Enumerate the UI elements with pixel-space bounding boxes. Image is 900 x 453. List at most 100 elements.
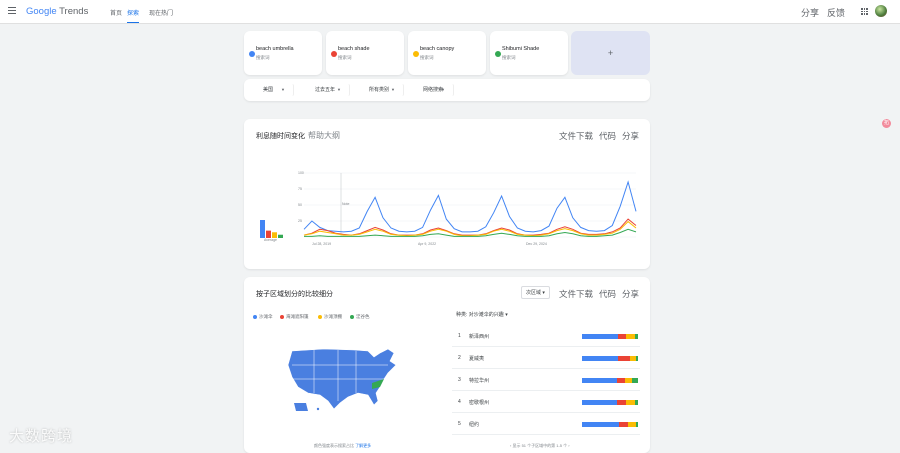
row-share-bar xyxy=(582,378,638,383)
term-color-dot xyxy=(249,51,255,57)
top-app-bar: Google Trends 首页 探索 现在热门 分享 反馈 xyxy=(0,0,900,24)
term-type: 搜索词 xyxy=(502,55,516,60)
filter-search-type[interactable]: 网络搜索 ▼ xyxy=(406,84,454,96)
embed-code-button[interactable]: 代码 xyxy=(599,288,616,300)
google-trends-logo[interactable]: Google Trends xyxy=(26,6,88,17)
us-map-alaska xyxy=(294,403,308,411)
subregion-dropdown[interactable]: 次区域 ▾ xyxy=(521,286,550,299)
share-segment xyxy=(617,356,631,361)
caret-down-icon: ▼ xyxy=(281,87,285,92)
series-line-beach-shade[interactable] xyxy=(303,218,637,236)
series-line-beach-umbrella[interactable] xyxy=(303,180,637,233)
logo-google: Google xyxy=(26,6,57,17)
row-share-bar xyxy=(582,422,638,427)
row-rank: 1 xyxy=(458,333,461,339)
share-segment xyxy=(617,334,627,339)
term-type: 搜索词 xyxy=(338,55,352,60)
page-scrollbar[interactable] xyxy=(895,24,900,453)
legend-dot xyxy=(318,314,322,319)
share-segment xyxy=(635,400,638,405)
share-region-button[interactable]: 分享 xyxy=(622,288,639,300)
share-segment xyxy=(616,378,625,383)
chevron-right-icon[interactable]: › xyxy=(568,443,569,448)
pagination-text: 显示 51 个子区域中的第 1-5 个 xyxy=(512,443,568,448)
share-segment xyxy=(618,422,628,427)
term-card-beach-canopy[interactable]: beach canopy 搜索词 xyxy=(408,31,486,75)
note-marker-label: Note xyxy=(342,202,349,206)
embed-code-button[interactable]: 代码 xyxy=(599,130,616,142)
row-region-name: 夏威夷 xyxy=(469,356,485,362)
legend-dot xyxy=(350,314,354,319)
filter-category-label: 所有类别 xyxy=(369,87,390,93)
legend-item: 沙滩伞 xyxy=(253,314,273,320)
share-segment xyxy=(625,400,636,405)
filter-region[interactable]: 美国 ▼ xyxy=(246,84,294,96)
us-map-hawaii xyxy=(316,407,320,411)
share-segment xyxy=(635,422,638,427)
learn-more-link[interactable]: 了解更多 xyxy=(355,443,371,448)
share-button[interactable]: 分享 xyxy=(801,6,819,19)
region-breakdown-title: 按子区域划分的比较细分 xyxy=(256,291,333,298)
sort-selector[interactable]: 种类: 对沙滩伞的兴趣 ▾ xyxy=(456,311,508,318)
term-color-dot xyxy=(495,51,501,57)
account-avatar[interactable] xyxy=(875,5,887,17)
chart-series xyxy=(303,180,637,237)
interest-over-time-title: 利息随时间变化 xyxy=(256,133,305,140)
filter-bar: 美国 ▼ 过去五年 ▼ 所有类别 ▼ 网络搜索 ▼ xyxy=(244,79,650,101)
filter-category[interactable]: 所有类别 ▼ xyxy=(352,84,404,96)
legend-label: 海滩遮阳篷 xyxy=(286,314,309,319)
term-card-beach-shade[interactable]: beach shade 搜索词 xyxy=(326,31,404,75)
term-card-shibumi-shade[interactable]: Shibumi Shade 搜索词 xyxy=(490,31,568,75)
help-outline-link[interactable]: 帮助大纲 xyxy=(308,130,340,141)
average-bar-shibumi-shade[interactable] xyxy=(278,234,283,238)
filter-time-range[interactable]: 过去五年 ▼ xyxy=(298,84,350,96)
term-name: beach umbrella xyxy=(256,46,294,52)
share-chart-button[interactable]: 分享 xyxy=(622,130,639,142)
table-row[interactable]: 1 新泽西州 xyxy=(452,325,640,347)
term-type: 搜索词 xyxy=(420,55,434,60)
share-segment xyxy=(632,378,638,383)
average-label: Average xyxy=(264,238,277,242)
nav-home[interactable]: 首页 xyxy=(110,8,122,17)
x-tick-label: Jul 28, 2019 xyxy=(312,242,331,246)
x-tick-label: Apr 9, 2022 xyxy=(418,242,436,246)
apps-grid-icon[interactable] xyxy=(861,8,868,15)
subregion-dropdown-label: 次区域 xyxy=(526,290,542,296)
average-bar-beach-shade[interactable] xyxy=(266,230,271,238)
watermark-logo: 大数跨境 xyxy=(9,428,74,445)
share-segment xyxy=(627,422,636,427)
share-segment xyxy=(582,334,618,339)
legend-label: 涩谷色 xyxy=(356,314,370,319)
nav-explore[interactable]: 探索 xyxy=(127,8,140,23)
sort-value: 对沙滩伞的兴趣 xyxy=(468,312,504,318)
legend-item: 沙滩顶棚 xyxy=(318,314,342,320)
share-segment xyxy=(582,378,617,383)
us-map[interactable] xyxy=(284,343,404,415)
add-comparison-button[interactable]: + xyxy=(571,31,650,75)
filter-search-type-label: 网络搜索 xyxy=(423,87,444,93)
term-name: beach canopy xyxy=(420,46,455,52)
filter-region-label: 美国 xyxy=(263,87,274,93)
feedback-button[interactable]: 反馈 xyxy=(827,6,845,19)
caret-down-icon: ▾ xyxy=(542,290,545,296)
filter-time-label: 过去五年 xyxy=(315,87,336,93)
hamburger-menu-icon[interactable] xyxy=(8,7,16,15)
term-card-beach-umbrella[interactable]: beach umbrella 搜索词 xyxy=(244,31,322,75)
legend-label: 沙滩顶棚 xyxy=(324,314,342,319)
x-tick-label: Dec 29, 2024 xyxy=(526,242,547,246)
chart-x-ticks: Jul 28, 2019 Apr 9, 2022 Dec 29, 2024 xyxy=(312,242,547,246)
term-name: Shibumi Shade xyxy=(502,46,540,52)
legend-dot xyxy=(253,314,257,319)
table-row[interactable]: 2 夏威夷 xyxy=(452,347,640,369)
nav-trending-now[interactable]: 现在热门 xyxy=(149,8,173,17)
download-csv-button[interactable]: 文件下载 xyxy=(559,288,593,300)
term-color-dot xyxy=(413,51,419,57)
table-row[interactable]: 4 密歇根州 xyxy=(452,391,640,413)
average-bar-beach-umbrella[interactable] xyxy=(260,220,265,238)
logo-trends: Trends xyxy=(59,6,89,17)
table-row[interactable]: 3 特拉华州 xyxy=(452,369,640,391)
download-csv-button[interactable]: 文件下载 xyxy=(559,130,593,142)
table-row[interactable]: 5 纽约 xyxy=(452,413,640,435)
side-extension-badge[interactable]: 拓 xyxy=(882,119,891,128)
row-region-name: 特拉华州 xyxy=(469,378,490,384)
